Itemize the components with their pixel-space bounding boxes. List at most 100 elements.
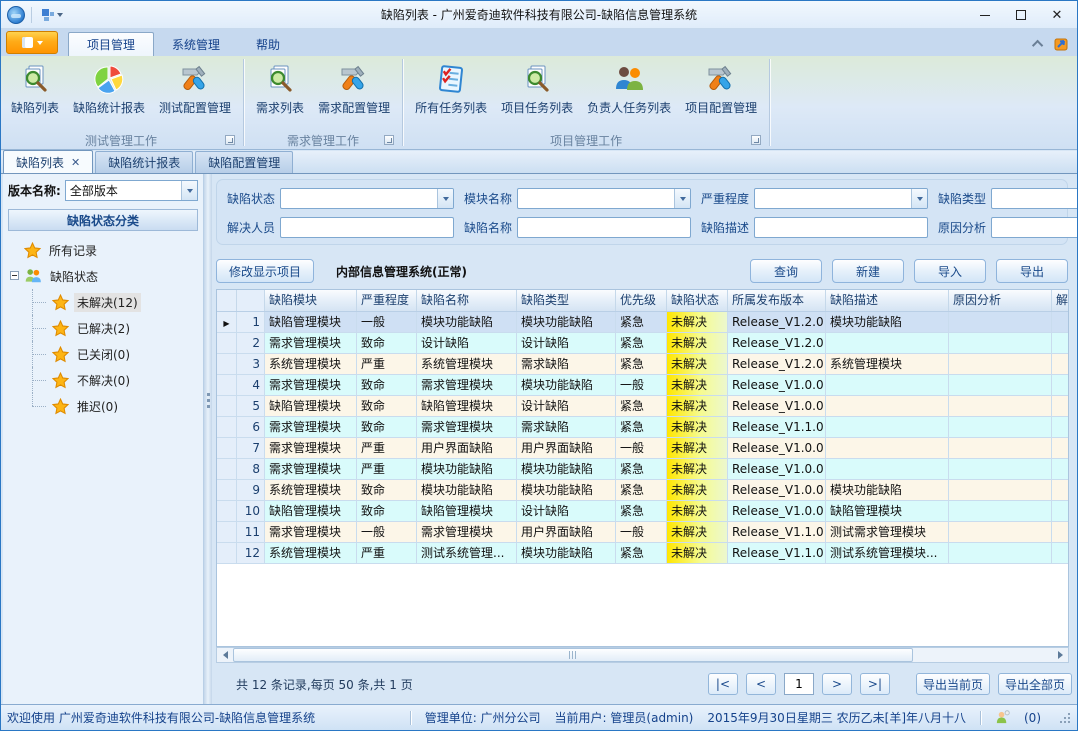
version-select[interactable]: 全部版本 [65,180,198,201]
grid-cell[interactable]: 紧急 [616,543,667,564]
grid-cell[interactable]: 需求管理模块 [417,522,517,543]
grid-cell[interactable]: 未解决 [667,333,728,354]
grid-cell[interactable]: 测试系统管理... [417,543,517,564]
new-button[interactable]: 新建 [832,259,904,283]
cause-analysis-input[interactable] [992,218,1078,237]
grid-cell[interactable]: Release_V1.0.0 [728,480,826,501]
grid-cell[interactable] [949,354,1052,375]
grid-cell[interactable]: 致命 [357,396,417,417]
defect-type-filter[interactable] [991,188,1078,209]
grid-cell[interactable]: 模块功能缺陷 [517,480,616,501]
table-row[interactable]: 1缺陷管理模块一般模块功能缺陷模块功能缺陷紧急未解决Release_V1.2.0… [217,312,1068,333]
grid-cell[interactable]: 一般 [357,522,417,543]
scrollbar-thumb[interactable] [233,648,913,662]
grid-cell[interactable]: 测试系统管理模块... [826,543,949,564]
grid-cell[interactable]: 设计缺陷 [517,396,616,417]
grid-cell[interactable]: 缺陷管理模块 [265,501,357,522]
grid-cell[interactable]: 缺陷管理模块 [265,312,357,333]
grid-cell[interactable]: 系统管理模块 [265,354,357,375]
table-row[interactable]: 2需求管理模块致命设计缺陷设计缺陷紧急未解决Release_V1.2.0 [217,333,1068,354]
grid-cell[interactable]: 未解决 [667,501,728,522]
requirement-list-button[interactable]: 需求列表 [249,61,311,118]
grid-cell[interactable]: 紧急 [616,354,667,375]
table-row[interactable]: 12系统管理模块严重测试系统管理...模块功能缺陷紧急未解决Release_V1… [217,543,1068,564]
grid-cell[interactable] [949,459,1052,480]
dropdown-arrow-icon[interactable] [911,189,927,208]
grid-cell[interactable] [826,459,949,480]
table-row[interactable]: 9系统管理模块致命模块功能缺陷模块功能缺陷紧急未解决Release_V1.0.0… [217,480,1068,501]
grid-cell[interactable]: Release_V1.0.0 [728,396,826,417]
grid-cell[interactable]: 用户界面缺陷 [417,438,517,459]
column-header[interactable]: 原因分析 [949,290,1052,311]
grid-cell[interactable]: 紧急 [616,312,667,333]
defect-list-button[interactable]: 缺陷列表 [4,61,66,118]
table-row[interactable]: 11需求管理模块一般需求管理模块用户界面缺陷一般未解决Release_V1.1.… [217,522,1068,543]
grid-cell[interactable]: 需求缺陷 [517,417,616,438]
tab-system-management[interactable]: 系统管理 [154,32,238,56]
column-header[interactable]: 严重程度 [357,290,417,311]
grid-cell[interactable]: 需求管理模块 [265,375,357,396]
tree-item-unresolved[interactable]: 未解决(12) [8,289,198,315]
grid-cell[interactable] [1052,480,1069,501]
owner-tasks-button[interactable]: 负责人任务列表 [580,61,678,118]
grid-cell[interactable]: 设计缺陷 [517,501,616,522]
tab-help[interactable]: 帮助 [238,32,298,56]
app-menu-button[interactable] [6,31,58,54]
grid-cell[interactable] [1052,375,1069,396]
grid-cell[interactable] [1052,312,1069,333]
query-button[interactable]: 查询 [750,259,822,283]
export-button[interactable]: 导出 [996,259,1068,283]
test-config-button[interactable]: 测试配置管理 [152,61,238,118]
grid-cell[interactable]: Release_V1.1.0 [728,543,826,564]
grid-cell[interactable]: 未解决 [667,522,728,543]
help-icon[interactable] [1053,36,1069,52]
grid-cell[interactable]: Release_V1.0.0 [728,501,826,522]
table-row[interactable]: 8需求管理模块严重模块功能缺陷模块功能缺陷紧急未解决Release_V1.0.0 [217,459,1068,480]
defect-report-button[interactable]: 缺陷统计报表 [66,61,152,118]
close-button[interactable] [1039,1,1075,29]
grid-cell[interactable]: 严重 [357,354,417,375]
grid-cell[interactable] [949,375,1052,396]
export-current-page-button[interactable]: 导出当前页 [916,673,990,695]
table-row[interactable]: 5缺陷管理模块致命缺陷管理模块设计缺陷紧急未解决Release_V1.0.0 [217,396,1068,417]
prev-page-button[interactable]: < [746,673,776,695]
requirement-config-button[interactable]: 需求配置管理 [311,61,397,118]
defect-name-input[interactable] [518,218,690,237]
grid-cell[interactable]: 设计缺陷 [517,333,616,354]
column-header[interactable]: 缺陷模块 [265,290,357,311]
grid-cell[interactable]: 设计缺陷 [417,333,517,354]
grid-cell[interactable]: 致命 [357,480,417,501]
page-number-input[interactable] [784,673,814,695]
scroll-right-icon[interactable] [1052,648,1068,662]
scroll-left-icon[interactable] [217,648,233,662]
grid-cell[interactable] [949,543,1052,564]
column-header[interactable]: 解决方法 [1052,290,1069,311]
grid-cell[interactable]: Release_V1.2.0 [728,312,826,333]
import-button[interactable]: 导入 [914,259,986,283]
grid-cell[interactable]: 缺陷管理模块 [417,501,517,522]
grid-cell[interactable] [826,417,949,438]
maximize-button[interactable] [1003,1,1039,29]
severity-filter[interactable] [754,188,928,209]
grid-cell[interactable]: 一般 [616,522,667,543]
defect-desc-input[interactable] [755,218,927,237]
grid-cell[interactable] [1052,354,1069,375]
project-config-button[interactable]: 项目配置管理 [678,61,764,118]
grid-cell[interactable]: 致命 [357,333,417,354]
grid-cell[interactable]: 严重 [357,459,417,480]
grid-cell[interactable]: 缺陷管理模块 [265,396,357,417]
grid-cell[interactable] [949,312,1052,333]
grid-cell[interactable]: 需求管理模块 [265,333,357,354]
grid-cell[interactable]: 需求管理模块 [265,459,357,480]
grid-cell[interactable]: 模块功能缺陷 [417,480,517,501]
column-header[interactable]: 缺陷状态 [667,290,728,311]
grid-cell[interactable]: 需求管理模块 [265,417,357,438]
grid-cell[interactable]: 模块功能缺陷 [517,312,616,333]
close-tab-icon[interactable] [71,155,80,169]
first-page-button[interactable]: |< [708,673,738,695]
grid-cell[interactable]: 紧急 [616,480,667,501]
dialog-launcher-icon[interactable] [225,135,235,145]
grid-cell[interactable] [826,396,949,417]
grid-cell[interactable]: 测试需求管理模块 [826,522,949,543]
grid-cell[interactable]: 未解决 [667,312,728,333]
